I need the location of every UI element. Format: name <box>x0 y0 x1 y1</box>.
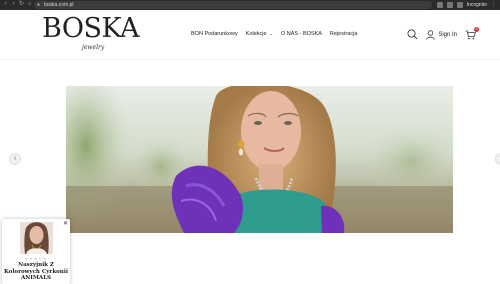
user-icon <box>426 29 436 40</box>
nav-item-collections[interactable]: Kolekcje ⌄ <box>246 31 273 37</box>
nav-item-about[interactable]: O NAS - BOSKA <box>281 31 322 37</box>
slider-next-button[interactable]: › <box>495 153 500 165</box>
signin-label: Sign In <box>438 31 457 38</box>
hero-photo <box>66 86 453 233</box>
header-actions: Sign In 0 <box>407 26 479 40</box>
hero-banner-image <box>66 86 453 233</box>
close-icon[interactable]: ✕ <box>63 220 68 227</box>
site-header: BOSKA jewelry BON Podarunkowy Kolekcje ⌄ … <box>0 10 500 60</box>
back-icon[interactable]: ‹ <box>3 1 8 7</box>
product-title[interactable]: Naszyjnik Z Kolorowych Cyrkonii ANIMALS <box>4 262 68 282</box>
address-text: boska.com.pl <box>44 2 74 8</box>
browser-right-tools: Incognito ⋮ <box>436 1 496 9</box>
home-icon[interactable]: ⌂ <box>27 1 32 7</box>
cart-button[interactable]: 0 <box>465 26 479 40</box>
product-popup[interactable]: ✕ ★★★★★ Naszyjnik Z Kolorowych Cyrkonii … <box>2 219 70 284</box>
product-thumbnail <box>20 222 53 254</box>
reload-icon[interactable]: ↻ <box>19 1 24 7</box>
lock-icon: ● <box>37 2 41 8</box>
incognito-label[interactable]: Incognito <box>467 1 487 9</box>
cart-count-badge: 0 <box>474 26 479 32</box>
main-nav: BON Podarunkowy Kolekcje ⌄ O NAS - BOSKA … <box>191 31 357 37</box>
nav-item-register[interactable]: Rejestracja <box>330 31 358 37</box>
extensions-icon[interactable] <box>456 2 463 8</box>
rating-stars: ★★★★★ <box>24 256 48 261</box>
logo-wordmark: BOSKA <box>42 13 140 44</box>
nav-item-gift-voucher[interactable]: BON Podarunkowy <box>191 31 238 37</box>
browser-nav-buttons: ‹ › ↻ ⌂ <box>3 1 32 7</box>
browser-toolbar: ‹ › ↻ ⌂ ● boska.com.pl Incognito ⋮ <box>0 0 500 10</box>
logo[interactable]: BOSKA jewelry <box>42 13 140 57</box>
chevron-down-icon: ⌄ <box>269 31 273 36</box>
nav-item-collections-label: Kolekcje <box>245 31 267 37</box>
forward-icon[interactable]: › <box>11 1 16 7</box>
slider-prev-button[interactable]: ‹ <box>9 153 21 165</box>
signin-link[interactable]: Sign In <box>426 29 457 40</box>
logo-script: jewelry <box>82 44 105 51</box>
bookmark-icon[interactable] <box>446 2 453 8</box>
menu-icon[interactable]: ⋮ <box>491 1 496 9</box>
address-bar[interactable]: ● boska.com.pl <box>34 1 432 9</box>
search-icon[interactable] <box>407 29 418 40</box>
translate-icon[interactable] <box>436 2 443 8</box>
